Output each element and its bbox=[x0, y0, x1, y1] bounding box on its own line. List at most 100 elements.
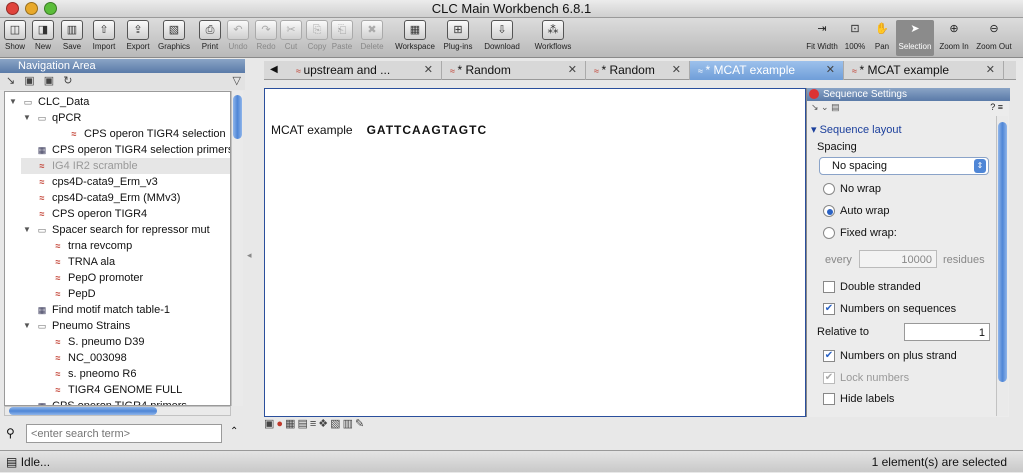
tree-item[interactable]: ▦ Find motif match table-1 bbox=[35, 302, 170, 318]
fit-width-button[interactable]: ⇥ Fit Width bbox=[804, 20, 840, 56]
tree-item[interactable]: ≈ trna revcomp bbox=[51, 238, 133, 254]
tree-item[interactable]: ▼ ▭ Pneumo Strains bbox=[23, 318, 130, 334]
settings-help-icon[interactable]: ? ≡ bbox=[990, 102, 1003, 112]
cut-button[interactable]: ✂ Cut bbox=[280, 20, 302, 56]
close-window-button[interactable] bbox=[6, 2, 19, 15]
search-options-icon[interactable]: ⌃ bbox=[230, 426, 238, 437]
editor-tab[interactable]: ≈ * Random ✕ bbox=[442, 61, 586, 80]
tree-item[interactable]: ▦ CPS operon TIGR4 selection primers bbox=[35, 142, 230, 158]
search-icon[interactable]: ⚲ bbox=[6, 426, 15, 440]
tree-item[interactable]: ≈ cps4D-cata9_Erm (MMv3) bbox=[35, 190, 181, 206]
tree-item[interactable]: ≈ S. pneumo D39 bbox=[51, 334, 145, 350]
editor-tab[interactable]: ≈ * MCAT example ✕ bbox=[844, 61, 1004, 80]
relative-to-input[interactable]: 1 bbox=[904, 323, 990, 341]
settings-vertical-scrollbar[interactable] bbox=[996, 116, 1008, 416]
tree-item[interactable]: ▼ ▭ qPCR bbox=[23, 110, 81, 126]
new-folder-icon[interactable]: ▣ bbox=[24, 75, 34, 87]
navigation-vertical-scrollbar[interactable] bbox=[231, 91, 243, 406]
search-input[interactable] bbox=[26, 424, 222, 443]
editor-tab[interactable]: ≈ * MCAT example ✕ bbox=[690, 61, 844, 80]
selection-button[interactable]: ➤ Selection bbox=[896, 20, 934, 56]
filter-icon[interactable]: ▽ bbox=[233, 73, 241, 90]
no-wrap-radio[interactable]: No wrap bbox=[823, 183, 881, 196]
disclosure-triangle-icon[interactable]: ▼ bbox=[9, 94, 17, 110]
numbers-plus-strand-checkbox[interactable]: ✔ Numbers on plus strand bbox=[823, 350, 957, 363]
hide-labels-checkbox[interactable]: Hide labels bbox=[823, 393, 894, 406]
disclosure-triangle-icon[interactable]: ▼ bbox=[23, 222, 31, 238]
auto-wrap-radio[interactable]: Auto wrap bbox=[823, 205, 890, 218]
tree-item[interactable]: ≈ TIGR4 GENOME FULL bbox=[51, 382, 183, 398]
edit-view-icon[interactable]: ✎ bbox=[355, 418, 366, 430]
tree-item[interactable]: ▼ ▭ Spacer search for repressor mut bbox=[23, 222, 210, 238]
close-tab-icon[interactable]: ✕ bbox=[424, 61, 433, 80]
tree-item[interactable]: ≈ NC_003098 bbox=[51, 350, 127, 366]
sequence-viewer[interactable]: MCAT example GATTCAAGTAGTC bbox=[264, 88, 806, 417]
spacing-select[interactable]: No spacing ⇕ bbox=[819, 157, 989, 175]
workflows-button[interactable]: ⁂ Workflows bbox=[530, 20, 576, 56]
disclosure-triangle-icon[interactable]: ▼ bbox=[23, 318, 31, 334]
zoom-in-button[interactable]: ⊕ Zoom In bbox=[936, 20, 972, 56]
numbers-on-sequences-checkbox[interactable]: ✔ Numbers on sequences bbox=[823, 303, 956, 316]
save-button[interactable]: ▥ Save bbox=[58, 20, 86, 56]
collapse-icon[interactable]: ↘ bbox=[6, 75, 15, 87]
editor-tab[interactable]: ≈ upstream and ... ✕ bbox=[288, 61, 442, 80]
history-view-icon[interactable]: ▧ bbox=[330, 418, 342, 430]
tree-item[interactable]: ▦ CPS operon TIGR4 primers bbox=[35, 398, 187, 405]
wrap-width-input[interactable]: 10000 bbox=[859, 250, 937, 268]
settings-close-icon[interactable] bbox=[809, 89, 819, 99]
tree-item[interactable]: ≈ s. pneomo R6 bbox=[51, 366, 137, 382]
paste-button[interactable]: ⎗ Paste bbox=[330, 20, 354, 56]
export-button[interactable]: ⇪ Export bbox=[122, 20, 154, 56]
scroll-thumb[interactable] bbox=[998, 122, 1007, 382]
pan-button[interactable]: ✋ Pan bbox=[870, 20, 894, 56]
tree-item[interactable]: ≈ cps4D-cata9_Erm_v3 bbox=[35, 174, 158, 190]
show-button[interactable]: ◫ Show bbox=[2, 20, 28, 56]
scroll-thumb[interactable] bbox=[233, 95, 242, 139]
tree-item[interactable]: ≈ CPS operon TIGR4 selection bbox=[67, 126, 226, 142]
tree-item[interactable]: ≈ PepD bbox=[51, 286, 96, 302]
navigation-horizontal-scrollbar[interactable] bbox=[4, 406, 231, 416]
close-tab-icon[interactable]: ✕ bbox=[672, 61, 681, 80]
workspace-button[interactable]: ▦ Workspace bbox=[393, 20, 437, 56]
sequence-view-icon[interactable]: ▣ bbox=[264, 418, 276, 430]
print-button[interactable]: ⎙ Print bbox=[196, 20, 224, 56]
download-button[interactable]: ⇩ Download bbox=[480, 20, 524, 56]
tree-item[interactable]: ≈ PepO promoter bbox=[51, 270, 144, 286]
new-button[interactable]: ◨ New bbox=[30, 20, 56, 56]
disclosure-triangle-icon[interactable]: ▼ bbox=[23, 110, 31, 126]
undo-button[interactable]: ↶ Undo bbox=[226, 20, 250, 56]
copy-button[interactable]: ⎘ Copy bbox=[305, 20, 329, 56]
editor-tab[interactable]: ≈ * Random ✕ bbox=[586, 61, 690, 80]
zoom-window-button[interactable] bbox=[44, 2, 57, 15]
sequence-residues[interactable]: GATTCAAGTAGTC bbox=[367, 123, 488, 137]
lock-numbers-checkbox[interactable]: ✔ Lock numbers bbox=[823, 372, 909, 385]
close-tab-icon[interactable]: ✕ bbox=[568, 61, 577, 80]
import-button[interactable]: ⇧ Import bbox=[88, 20, 120, 56]
graphics-button[interactable]: ▧ Graphics bbox=[156, 20, 192, 56]
close-tab-icon[interactable]: ✕ bbox=[986, 61, 995, 80]
plug-ins-button[interactable]: ⊞ Plug-ins bbox=[439, 20, 477, 56]
minimize-window-button[interactable] bbox=[25, 2, 38, 15]
circular-view-icon[interactable]: ● bbox=[276, 418, 285, 430]
tabs-scroll-left-icon[interactable]: ◀ bbox=[270, 64, 278, 75]
info-view-icon[interactable]: ▥ bbox=[343, 418, 355, 430]
left-panel-grip[interactable]: ◂ bbox=[247, 250, 252, 261]
tree-item[interactable]: ▼ ▭ CLC_Data bbox=[9, 94, 89, 110]
table-view-icon[interactable]: ▦ bbox=[285, 418, 297, 430]
close-tab-icon[interactable]: ✕ bbox=[826, 61, 835, 80]
delete-button[interactable]: ✖ Delete bbox=[357, 20, 387, 56]
tree-item[interactable]: ≈ TRNA ala bbox=[51, 254, 116, 270]
fixed-wrap-radio[interactable]: Fixed wrap: bbox=[823, 227, 897, 240]
redo-button[interactable]: ↷ Redo bbox=[253, 20, 279, 56]
primer-view-icon[interactable]: ❖ bbox=[318, 418, 330, 430]
new-location-icon[interactable]: ▣ bbox=[44, 75, 54, 87]
scroll-thumb[interactable] bbox=[9, 407, 157, 415]
zoom-100-button[interactable]: ⊡ 100% bbox=[842, 20, 868, 56]
zoom-out-button[interactable]: ⊖ Zoom Out bbox=[974, 20, 1014, 56]
tree-item[interactable]: ≈ CPS operon TIGR4 bbox=[35, 206, 148, 222]
sequence-layout-section[interactable]: ▾ Sequence layout bbox=[811, 123, 902, 136]
tree-item[interactable]: ≈ IG4 IR2 scramble bbox=[21, 158, 230, 174]
text-view-icon[interactable]: ▤ bbox=[297, 418, 309, 430]
double-stranded-checkbox[interactable]: Double stranded bbox=[823, 281, 921, 294]
refresh-icon[interactable]: ↻ bbox=[63, 75, 72, 87]
